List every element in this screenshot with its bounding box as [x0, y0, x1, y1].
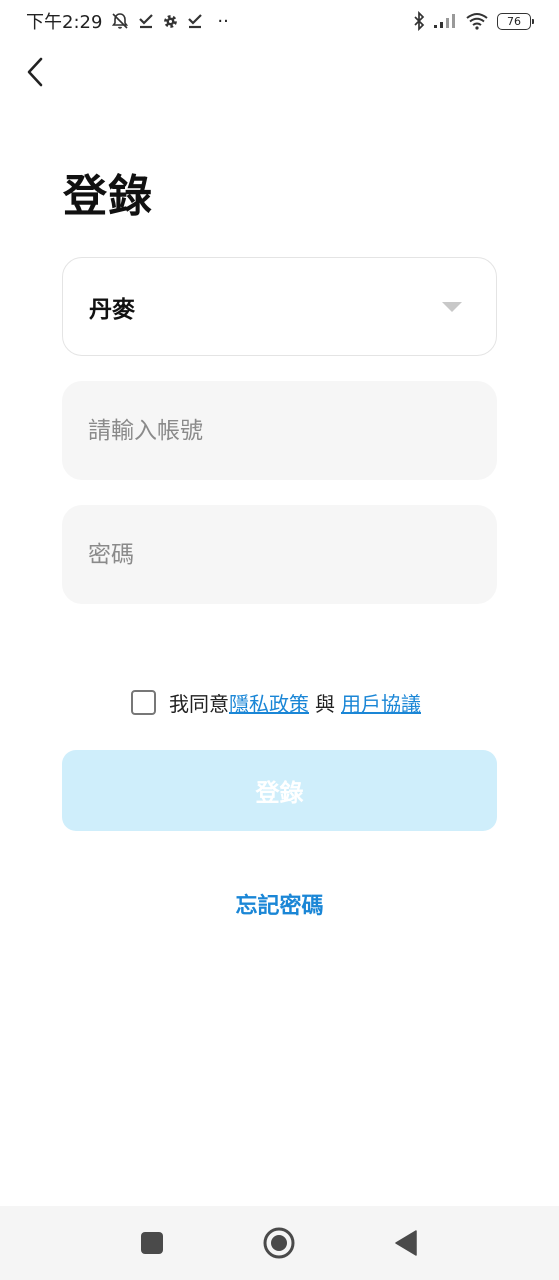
download-done-icon	[187, 11, 203, 31]
login-button[interactable]: 登錄	[62, 750, 497, 831]
back-button[interactable]	[20, 54, 50, 90]
nav-home-button[interactable]	[262, 1226, 296, 1260]
password-input[interactable]	[62, 505, 497, 604]
navigation-bar	[0, 1206, 559, 1280]
more-indicator: ··	[217, 10, 229, 32]
country-value: 丹麥	[89, 296, 135, 323]
agreement-row: 我同意 隱私政策 與 用戶協議	[131, 688, 421, 716]
battery-icon: 76	[497, 12, 534, 30]
signal-icon	[433, 11, 457, 31]
account-input[interactable]	[62, 381, 497, 480]
battery-level: 76	[507, 15, 521, 28]
settings-icon	[162, 11, 179, 31]
forgot-password-link[interactable]: 忘記密碼	[0, 888, 559, 920]
nav-recent-icon	[141, 1232, 163, 1254]
dropdown-arrow-icon	[442, 301, 462, 312]
privacy-policy-link[interactable]: 隱私政策	[229, 688, 309, 717]
agreement-and: 與	[315, 691, 335, 716]
login-screen: 下午2:29 ·· 76 登錄 丹麥 請輸入帳號 我同意 隱私政策 與 用戶協議…	[0, 0, 559, 1280]
status-bar: 下午2:29 ·· 76	[0, 0, 559, 42]
status-left: 下午2:29 ··	[26, 8, 229, 34]
status-right: 76	[413, 11, 534, 31]
download-done-icon	[138, 11, 154, 31]
country-select[interactable]: 丹麥	[62, 257, 497, 356]
nav-back-button[interactable]	[389, 1226, 423, 1260]
page-title: 登錄	[63, 171, 153, 222]
bluetooth-icon	[413, 11, 425, 31]
nav-recent-button[interactable]	[135, 1226, 169, 1260]
back-arrow-icon	[27, 57, 43, 87]
nav-home-icon	[263, 1227, 295, 1259]
bell-off-icon	[110, 11, 130, 31]
user-agreement-link[interactable]: 用戶協議	[341, 688, 421, 717]
wifi-icon	[465, 11, 489, 31]
agree-checkbox[interactable]	[131, 689, 156, 715]
nav-back-icon	[395, 1230, 417, 1256]
status-time: 下午2:29	[26, 12, 103, 33]
agreement-prefix: 我同意	[169, 691, 229, 716]
